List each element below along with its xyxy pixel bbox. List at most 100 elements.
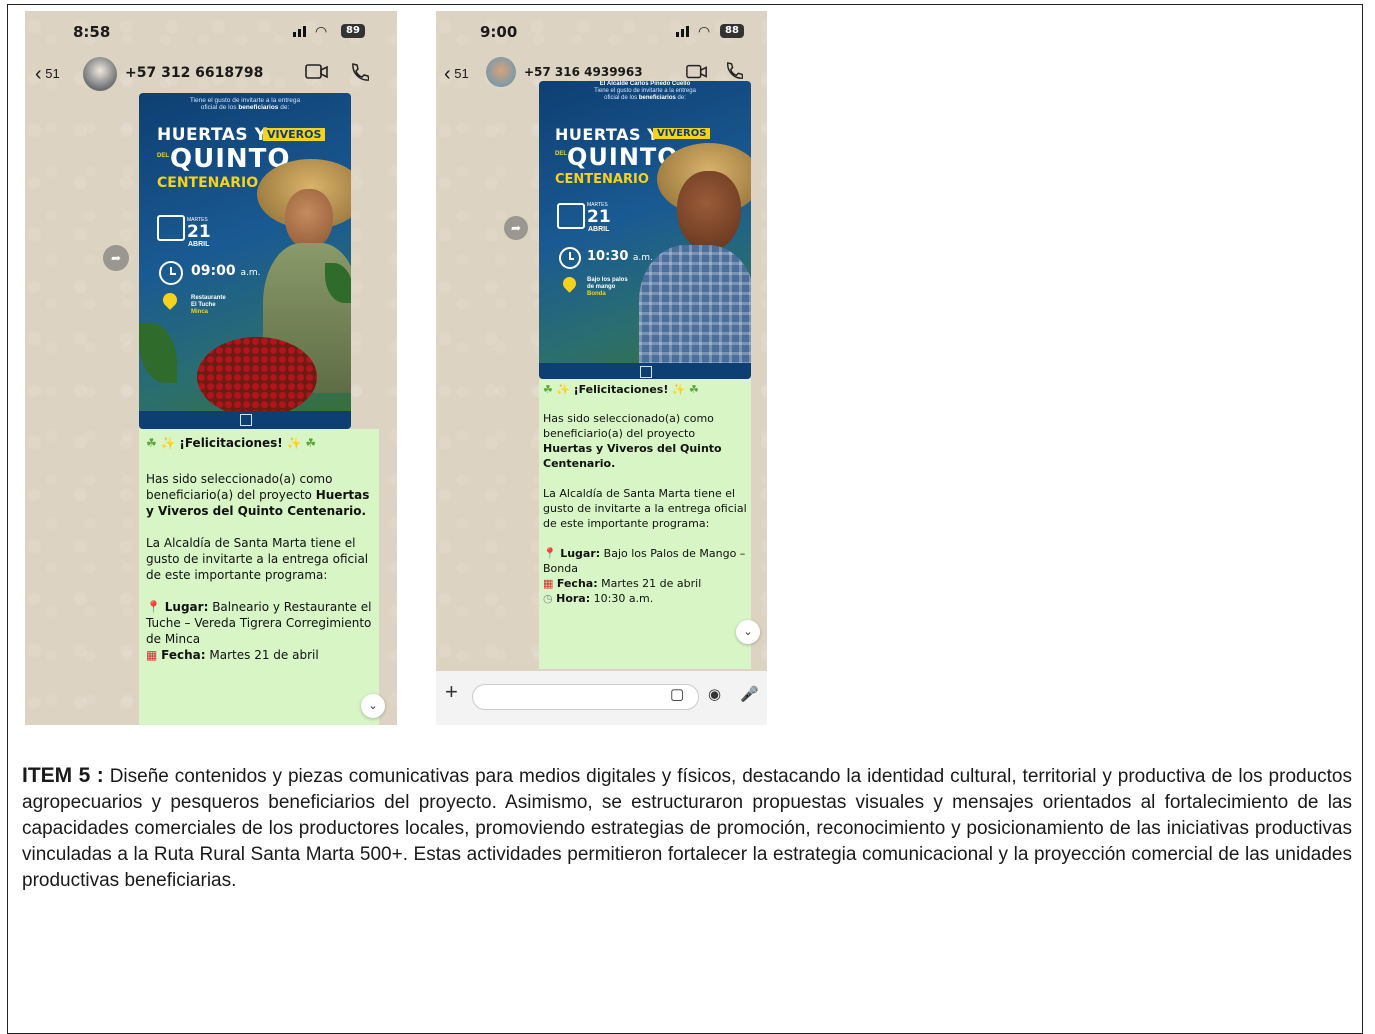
calendar-small-icon: ▦ bbox=[146, 648, 158, 662]
item-description: ITEM 5 : Diseñe contenidos y piezas comu… bbox=[22, 763, 1352, 894]
unread-count: 51 bbox=[45, 66, 60, 81]
scroll-down-button[interactable]: ⌄ bbox=[361, 694, 385, 718]
status-bar: 8:58 ◠ 89 bbox=[25, 11, 397, 49]
poster-title-viveros: VIVEROS bbox=[653, 128, 711, 139]
message-input-bar: + ▢ ◉ 🎤 bbox=[436, 671, 767, 725]
calendar-icon bbox=[157, 215, 185, 241]
avatar[interactable] bbox=[486, 57, 516, 87]
chevron-left-icon: ‹ bbox=[35, 63, 42, 85]
forward-icon: ➦ bbox=[510, 221, 522, 235]
coffee-basket bbox=[197, 337, 317, 417]
chat-header: ‹ 51 +57 312 6618798 bbox=[25, 55, 397, 95]
back-button[interactable]: ‹ 51 bbox=[444, 63, 469, 86]
logo-icon bbox=[640, 366, 652, 378]
poster-title-centenario: CENTENARIO bbox=[555, 172, 649, 187]
item-label: ITEM 5 : bbox=[22, 764, 104, 787]
leaf-decoration bbox=[139, 323, 177, 383]
sparkle-icon: ✨ bbox=[671, 383, 686, 396]
poster-title-huertas: HUERTAS Y bbox=[555, 125, 660, 144]
wifi-icon: ◠ bbox=[315, 23, 328, 39]
poster-day: 21 bbox=[187, 222, 211, 242]
chevron-down-icon: ⌄ bbox=[368, 700, 378, 712]
back-button[interactable]: ‹ 51 bbox=[35, 63, 60, 86]
forward-icon: ➦ bbox=[110, 251, 122, 265]
phone-call-icon[interactable] bbox=[349, 62, 369, 82]
message-paragraph-1: Has sido seleccionado(a) como beneficiar… bbox=[146, 472, 370, 518]
poster-month: ABRIL bbox=[188, 241, 210, 248]
sprout-icon: ☘ bbox=[689, 383, 699, 396]
chevron-left-icon: ‹ bbox=[444, 63, 451, 85]
poster-title-del: DEL bbox=[157, 153, 169, 159]
clock-icon bbox=[159, 261, 183, 285]
contact-name[interactable]: +57 312 6618798 bbox=[125, 65, 263, 81]
congrats-line: ☘ ✨ ¡Felicitaciones! ✨ ☘ bbox=[543, 383, 699, 396]
item-body-text: Diseñe contenidos y piezas comunicativas… bbox=[22, 766, 1353, 891]
status-time: 8:58 bbox=[73, 23, 111, 41]
message-fecha: ▦ Fecha: Martes 21 de abril bbox=[146, 648, 319, 662]
congrats-line: ☘ ✨ ¡Felicitaciones! ✨ ☘ bbox=[146, 436, 317, 450]
chevron-down-icon: ⌄ bbox=[743, 626, 753, 638]
poster-invite-text: Tiene el gusto de invitarte a la entrega… bbox=[189, 97, 301, 112]
clock-small-icon: ◷ bbox=[543, 592, 553, 605]
event-poster-image[interactable]: El Alcalde Carlos Pinedo Cuello Tiene el… bbox=[539, 81, 751, 379]
woman-face bbox=[285, 189, 333, 249]
pin-icon: 📍 bbox=[543, 547, 557, 560]
woman-face bbox=[677, 171, 741, 251]
sprout-icon: ☘ bbox=[305, 436, 317, 450]
message-lugar: 📍 Lugar: Bajo los Palos de Mango – Bonda bbox=[543, 547, 746, 575]
status-time: 9:00 bbox=[480, 23, 518, 41]
message-fecha: ▦ Fecha: Martes 21 de abril bbox=[543, 577, 702, 590]
poster-place: Restaurante El Tuche Minca bbox=[191, 295, 226, 315]
calendar-icon bbox=[557, 203, 585, 229]
clock-icon bbox=[559, 247, 581, 269]
poster-title-viveros: VIVEROS bbox=[263, 128, 326, 141]
poster-place: Bajo los palos de mango Bonda bbox=[587, 277, 628, 297]
message-input[interactable] bbox=[472, 684, 699, 710]
add-attachment-button[interactable]: + bbox=[445, 679, 458, 705]
poster-time: 09:00 a.m. bbox=[191, 263, 261, 279]
event-poster-image[interactable]: Tiene el gusto de invitarte a la entrega… bbox=[139, 93, 351, 429]
sprout-icon: ☘ bbox=[146, 436, 157, 450]
avatar[interactable] bbox=[83, 57, 117, 91]
whatsapp-screenshot-2: 9:00 ◠ 88 ‹ 51 +57 316 4939963 ➦ El Alca… bbox=[436, 11, 767, 725]
scroll-down-button[interactable]: ⌄ bbox=[736, 620, 760, 644]
video-call-icon[interactable] bbox=[305, 63, 329, 81]
message-hora: ◷ Hora: 10:30 a.m. bbox=[543, 592, 654, 605]
forward-button[interactable]: ➦ bbox=[103, 245, 129, 271]
battery-icon: 88 bbox=[720, 24, 744, 38]
wifi-icon: ◠ bbox=[698, 23, 711, 39]
sprout-icon: ☘ bbox=[543, 383, 553, 396]
poster-invite-text: El Alcalde Carlos Pinedo Cuello Tiene el… bbox=[594, 81, 696, 101]
message-bubble[interactable]: ☘ ✨ ¡Felicitaciones! ✨ ☘ Has sido selecc… bbox=[139, 429, 379, 725]
phone-call-icon[interactable] bbox=[724, 61, 743, 80]
signal-icon bbox=[293, 26, 306, 37]
unread-count: 51 bbox=[454, 66, 469, 81]
logo-icon bbox=[240, 414, 252, 426]
camera-icon[interactable]: ◉ bbox=[708, 685, 721, 703]
microphone-icon[interactable]: 🎤 bbox=[740, 685, 759, 703]
whatsapp-screenshot-1: 8:58 ◠ 89 ‹ 51 +57 312 6618798 ➦ Tiene e… bbox=[25, 11, 397, 725]
contact-name[interactable]: +57 316 4939963 bbox=[524, 65, 643, 79]
poster-month: ABRIL bbox=[588, 226, 610, 233]
poster-logos bbox=[539, 363, 751, 379]
poster-title-huertas: HUERTAS Y bbox=[157, 125, 268, 145]
video-call-icon[interactable] bbox=[686, 63, 708, 81]
woman-figure bbox=[639, 245, 751, 379]
message-paragraph-2: La Alcaldía de Santa Marta tiene el gust… bbox=[543, 487, 747, 530]
message-bubble[interactable]: ☘ ✨ ¡Felicitaciones! ✨ ☘ Has sido selecc… bbox=[539, 379, 751, 669]
poster-title-del: DEL bbox=[555, 151, 567, 157]
poster-title-centenario: CENTENARIO bbox=[157, 175, 259, 191]
forward-button[interactable]: ➦ bbox=[504, 216, 528, 240]
sparkle-icon: ✨ bbox=[286, 436, 302, 450]
sticker-icon[interactable]: ▢ bbox=[670, 685, 684, 703]
poster-day: 21 bbox=[587, 207, 611, 227]
battery-icon: 89 bbox=[341, 24, 365, 38]
poster-time: 10:30 a.m. bbox=[587, 249, 653, 264]
poster-logos bbox=[139, 411, 351, 429]
message-lugar: 📍 Lugar: Balneario y Restaurante el Tuch… bbox=[146, 600, 372, 646]
sparkle-icon: ✨ bbox=[160, 436, 176, 450]
status-bar: 9:00 ◠ 88 bbox=[436, 11, 767, 49]
calendar-small-icon: ▦ bbox=[543, 577, 554, 590]
pin-icon: 📍 bbox=[146, 600, 161, 614]
message-paragraph-1: Has sido seleccionado(a) como beneficiar… bbox=[543, 412, 722, 470]
